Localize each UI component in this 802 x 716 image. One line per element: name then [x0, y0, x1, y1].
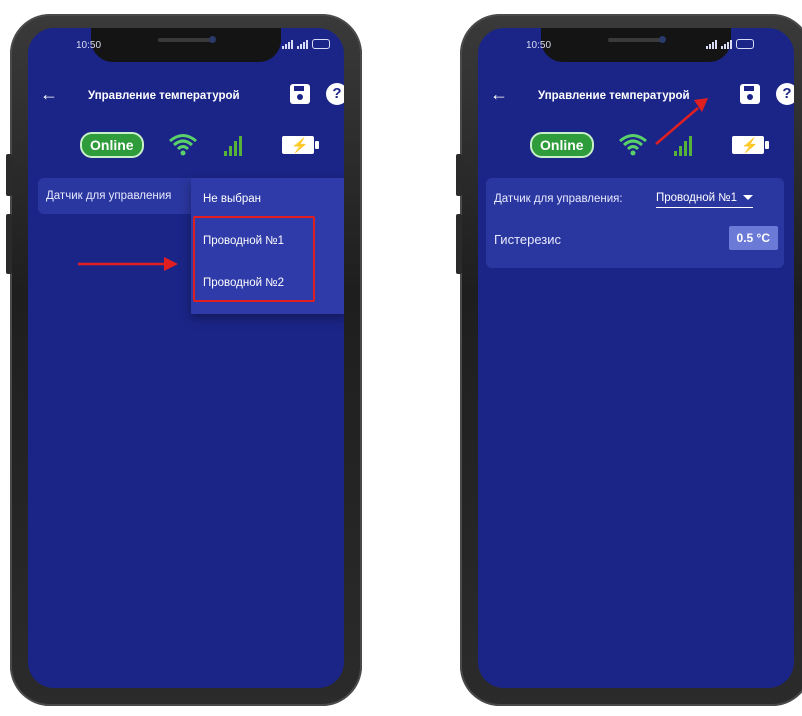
volume-button: [6, 154, 12, 196]
hysteresis-row: Гистерезис 0.5 °C: [486, 222, 784, 266]
battery-status-icon: [736, 39, 754, 49]
sensor-label: Датчик для управления:: [494, 193, 623, 205]
save-icon[interactable]: [290, 84, 310, 104]
settings-card: Датчик для управления: Проводной №1 Гист…: [486, 178, 784, 268]
clock: 10:50: [76, 40, 102, 51]
status-bar: 10:50: [28, 38, 344, 58]
signal-icon-2: [721, 39, 732, 49]
device-status-row: Online ⚡: [28, 132, 344, 166]
phone-screen: 10:50 ← Управление температурой ? Online: [478, 28, 794, 688]
save-icon[interactable]: [740, 84, 760, 104]
battery-charging-icon: ⚡: [732, 136, 769, 154]
power-button: [6, 214, 12, 274]
wifi-icon: [619, 134, 647, 156]
phone-left: 10:50 ← Управление температурой ? Online: [6, 14, 362, 706]
sensor-select-value: Проводной №1: [656, 192, 737, 204]
help-icon[interactable]: ?: [776, 83, 794, 105]
sensor-row: Датчик для управления: Проводной №1: [486, 178, 784, 222]
page-title: Управление температурой: [88, 90, 240, 102]
power-button: [456, 214, 462, 274]
signal-icon: [282, 39, 293, 49]
online-badge: Online: [530, 132, 594, 158]
annotation-highlight-box: [193, 216, 315, 302]
clock: 10:50: [526, 40, 552, 51]
dropdown-option-none[interactable]: Не выбран: [191, 178, 344, 220]
battery-charging-icon: ⚡: [282, 136, 319, 154]
device-status-row: Online ⚡: [478, 132, 794, 166]
back-arrow-icon[interactable]: ←: [490, 84, 508, 105]
signal-icon-2: [297, 39, 308, 49]
hysteresis-value-field[interactable]: 0.5 °C: [728, 226, 778, 250]
phone-screen: 10:50 ← Управление температурой ? Online: [28, 28, 344, 688]
sensor-select[interactable]: Проводной №1: [656, 192, 753, 208]
signal-icon: [706, 39, 717, 49]
volume-button: [456, 154, 462, 196]
hysteresis-label: Гистерезис: [494, 232, 562, 247]
sensor-label: Датчик для управления: [46, 190, 172, 202]
wifi-icon: [169, 134, 197, 156]
help-icon[interactable]: ?: [326, 83, 344, 105]
online-badge: Online: [80, 132, 144, 158]
chevron-down-icon: [743, 195, 753, 201]
cellular-signal-icon: [224, 134, 242, 156]
annotation-arrow: [78, 257, 178, 271]
phone-right: 10:50 ← Управление температурой ? Online: [456, 14, 802, 706]
annotation-arrow: [655, 98, 708, 145]
app-bar: ← Управление температурой ?: [478, 74, 794, 118]
back-arrow-icon[interactable]: ←: [40, 84, 58, 105]
status-bar: 10:50: [478, 38, 794, 58]
app-bar: ← Управление температурой ?: [28, 74, 344, 118]
battery-status-icon: [312, 39, 330, 49]
